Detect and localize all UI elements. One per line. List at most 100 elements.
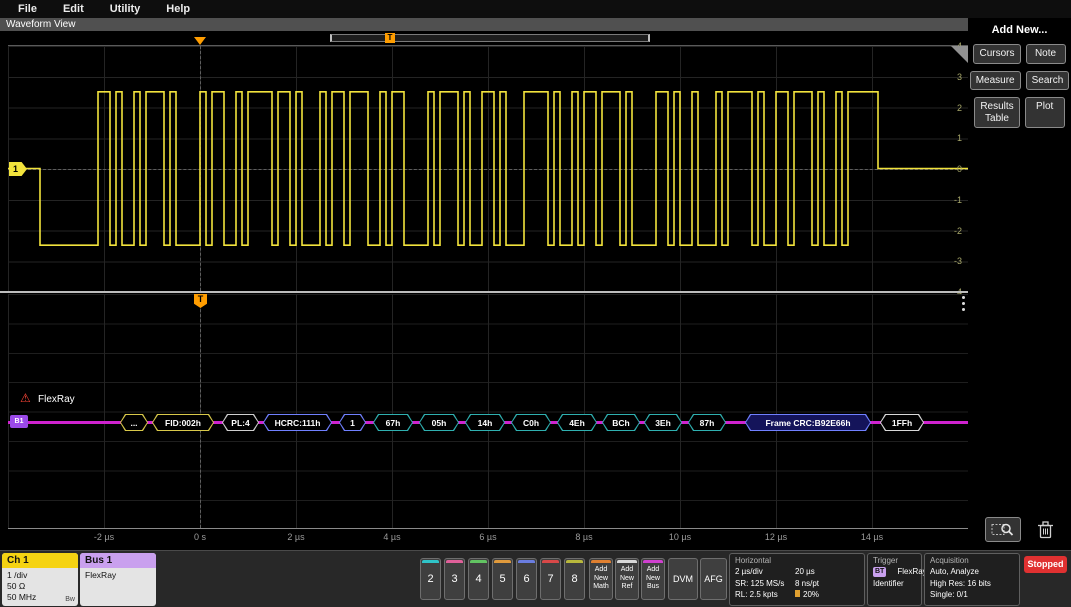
acquisition-panel-title: Acquisition — [930, 556, 969, 565]
add-new-ref-button[interactable]: Add New Ref — [615, 558, 639, 600]
bus-packet[interactable]: 1 — [339, 414, 366, 431]
acquisition-panel[interactable]: Acquisition Auto, Analyze High Res: 16 b… — [924, 553, 1020, 606]
bus-packet[interactable]: 3Eh — [644, 414, 682, 431]
channel-8-button[interactable]: 8 — [564, 558, 585, 600]
analog-graticule: 1 43210-1-2-3-4 — [8, 41, 968, 297]
pane-splitter[interactable] — [0, 291, 968, 293]
bus-packet[interactable]: 1FFh — [880, 414, 924, 431]
trigger-position-indicator[interactable]: T — [385, 33, 395, 43]
menu-item-help[interactable]: Help — [166, 3, 190, 15]
draw-zoom-button[interactable] — [984, 517, 1021, 542]
add-new-sidebar: Add New... Cursors Note Measure Search R… — [962, 18, 1071, 550]
channel-7-button[interactable]: 7 — [540, 558, 561, 600]
ch1-scale: 1 /div — [7, 570, 28, 580]
time-axis-label: 4 µs — [383, 532, 401, 542]
add-measure-button[interactable]: Measure — [969, 70, 1021, 90]
zero-time-gridline — [200, 294, 201, 528]
bus-packet[interactable]: FID:002h — [152, 414, 214, 431]
ch1-termination: 50 Ω — [7, 581, 26, 592]
bus-packet[interactable]: 87h — [688, 414, 726, 431]
expansion-point-marker — [194, 37, 206, 45]
settings-bar: Ch 1 1 /div 50 Ω 50 MHz Bw Bus 1 FlexRay… — [0, 550, 1071, 607]
add-new-math-label: Add New Math — [593, 566, 609, 591]
channel-button-label: 8 — [571, 573, 578, 585]
bus-packet[interactable]: 14h — [465, 414, 505, 431]
ch1-badge[interactable]: Ch 1 1 /div 50 Ω 50 MHz Bw — [2, 553, 78, 606]
dvm-button[interactable]: DVM — [668, 558, 698, 600]
delete-button[interactable] — [1037, 520, 1054, 540]
time-axis: -2 µs 0 s 2 µs 4 µs 6 µs 8 µs 10 µs 12 µs 14 µs — [8, 532, 968, 546]
bus1-badge[interactable]: Bus 1 FlexRay — [80, 553, 156, 606]
record-view-ruler[interactable] — [330, 34, 650, 42]
vertical-scale-label: 0 — [956, 164, 962, 174]
bus-packet[interactable]: C0h — [511, 414, 551, 431]
time-axis-label: -2 µs — [93, 532, 115, 542]
time-axis-label: 10 µs — [668, 532, 692, 542]
time-axis-label: 2 µs — [287, 532, 305, 542]
bus-packet-label: 14h — [466, 415, 504, 430]
record-length: RL: 2.5 kpts — [735, 590, 778, 600]
position-icon — [795, 590, 800, 598]
time-axis-label: 14 µs — [860, 532, 884, 542]
bus-packet[interactable]: HCRC:111h — [263, 414, 332, 431]
add-new-bus-button[interactable]: Add New Bus — [641, 558, 665, 600]
bus-packet[interactable]: 67h — [373, 414, 413, 431]
trigger-panel-title: Trigger — [873, 556, 899, 565]
zoom-corner-handle[interactable] — [951, 46, 968, 63]
menu-item-file[interactable]: File — [18, 3, 37, 15]
bus-packet-label: BCh — [603, 415, 639, 430]
bus-packet[interactable]: 05h — [419, 414, 459, 431]
menu-bar: File Edit Utility Help — [0, 0, 1071, 18]
afg-button[interactable]: AFG — [700, 558, 727, 600]
add-new-title: Add New... — [991, 24, 1048, 36]
add-new-bus-label: Add New Bus — [645, 566, 660, 591]
channel-button-label: 6 — [523, 573, 530, 585]
add-note-button[interactable]: Note — [1025, 44, 1066, 64]
bus1-handle[interactable]: B1 — [10, 415, 28, 428]
bus-packet-label: FID:002h — [153, 415, 213, 430]
bus-packet[interactable]: 4Eh — [557, 414, 597, 431]
bus-packet-label: ... — [121, 415, 147, 430]
bus-packet-label: 3Eh — [645, 415, 681, 430]
bus-packet[interactable]: ... — [120, 414, 148, 431]
horizontal-position: 20% — [803, 590, 820, 600]
channel-4-button[interactable]: 4 — [468, 558, 489, 600]
channel-6-button[interactable]: 6 — [516, 558, 537, 600]
menu-item-utility[interactable]: Utility — [110, 3, 141, 15]
add-cursors-button[interactable]: Cursors — [973, 44, 1021, 64]
add-plot-button[interactable]: Plot — [1024, 97, 1065, 128]
acquisition-resolution: High Res: 16 bits — [930, 578, 991, 588]
trigger-flag[interactable]: T — [194, 294, 207, 308]
channel-2-button[interactable]: 2 — [420, 558, 441, 600]
bus-packet-label: PL:4 — [223, 415, 258, 430]
add-search-button[interactable]: Search — [1025, 70, 1070, 90]
channel-3-button[interactable]: 3 — [444, 558, 465, 600]
horizontal-window: 20 µs — [795, 567, 815, 576]
run-stop-badge[interactable]: Stopped — [1024, 556, 1067, 573]
channel-button-label: 7 — [547, 573, 554, 585]
ch1-waveform[interactable] — [8, 46, 968, 291]
waveform-view: Waveform View T 1 43210-1-2-3-4 T — [0, 18, 968, 550]
horizontal-scale: 2 µs/div — [735, 567, 763, 576]
channel-5-button[interactable]: 5 — [492, 558, 513, 600]
bus-packet-label: C0h — [512, 415, 550, 430]
bus-packet-label: HCRC:111h — [264, 415, 331, 430]
menu-item-edit[interactable]: Edit — [63, 3, 84, 15]
time-axis-label: 0 s — [193, 532, 206, 542]
pane-splitter-handle[interactable] — [962, 296, 965, 299]
bus-label: FlexRay — [38, 394, 75, 405]
channel-button-label: 5 — [499, 573, 506, 585]
bus-packet[interactable]: Frame CRC:B92E66h — [745, 414, 871, 431]
bandwidth-limit-icon: Bw — [65, 595, 75, 603]
time-axis-label: 8 µs — [575, 532, 593, 542]
trigger-type: FlexRay — [897, 567, 927, 576]
horizontal-panel[interactable]: Horizontal 2 µs/div 20 µs SR: 125 MS/s 8 n… — [729, 553, 865, 606]
bus1-type: FlexRay — [85, 570, 117, 580]
bus-packet[interactable]: BCh — [602, 414, 640, 431]
trigger-panel[interactable]: Trigger BT FlexRay Identifier — [867, 553, 927, 606]
vertical-scale-label: -2 — [953, 225, 962, 236]
bus-packet-label: Frame CRC:B92E66h — [746, 415, 870, 430]
add-results-table-button[interactable]: Results Table — [974, 97, 1020, 128]
add-new-math-button[interactable]: Add New Math — [589, 558, 613, 600]
bus-packet[interactable]: PL:4 — [222, 414, 259, 431]
